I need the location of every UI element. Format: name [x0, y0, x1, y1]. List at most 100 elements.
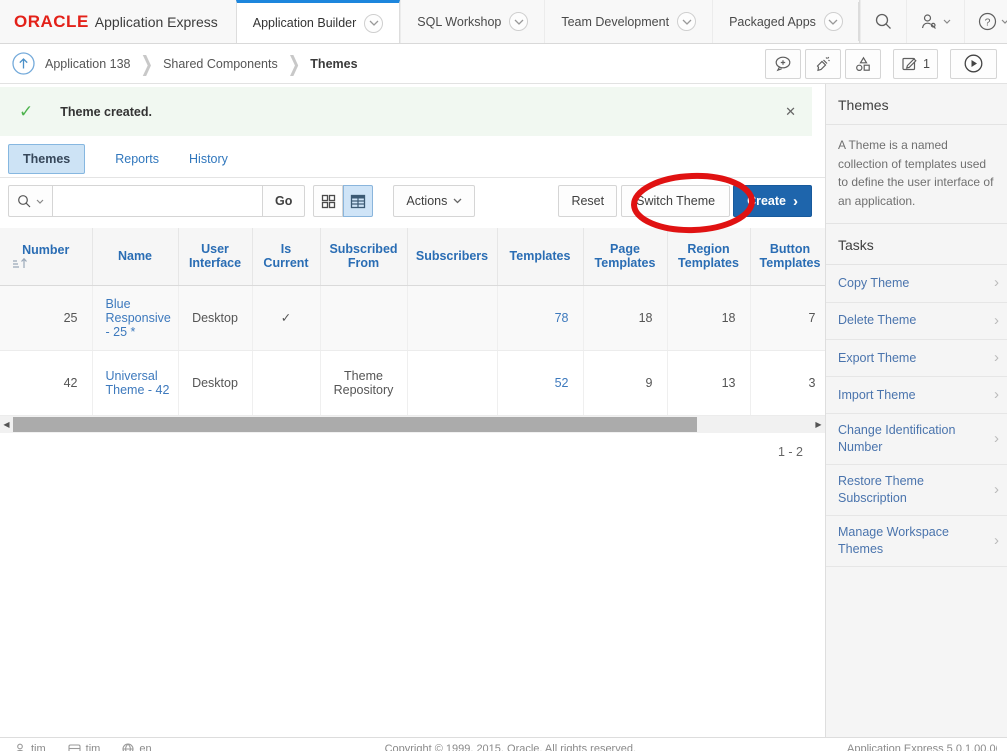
chevron-right-icon: ›: [994, 348, 999, 368]
close-icon[interactable]: ✕: [785, 104, 796, 120]
nav-tab-application-builder[interactable]: Application Builder: [236, 0, 401, 43]
cell-page-templates: 9: [583, 350, 667, 415]
tab-reports[interactable]: Reports: [115, 152, 159, 166]
go-button[interactable]: Go: [263, 185, 305, 217]
templates-count-link[interactable]: 52: [555, 376, 569, 390]
task-restore-theme-subscription[interactable]: Restore Theme Subscription ›: [826, 465, 1007, 516]
feedback-button[interactable]: [765, 49, 801, 79]
templates-count-link[interactable]: 78: [555, 311, 569, 325]
footer-workspace: tim: [68, 743, 101, 751]
task-change-identification-number[interactable]: Change Identification Number ›: [826, 414, 1007, 465]
user-icon: [14, 743, 26, 751]
pagination-range: 1 - 2: [0, 433, 825, 459]
create-button[interactable]: Create ›: [733, 185, 812, 217]
column-label: Button Templates: [760, 242, 821, 270]
help-icon[interactable]: ?: [964, 0, 1007, 43]
report-view-button[interactable]: [343, 185, 373, 217]
run-play-icon: [964, 54, 983, 73]
scroll-right-arrow[interactable]: ▶: [812, 416, 825, 433]
nav-tab-label: Team Development: [561, 15, 669, 29]
table-row: 25 Blue Responsive - 25 * Desktop ✓ 78 1…: [0, 285, 825, 350]
page-tabs: Themes Reports History: [0, 136, 825, 178]
footer-version: Application Express 5.0.1.00.06: [847, 743, 997, 751]
page-body: ✓ Theme created. ✕ Themes Reports Histor…: [0, 84, 1007, 737]
theme-name-link[interactable]: Universal Theme - 42: [106, 369, 170, 397]
actions-menu-button[interactable]: Actions: [393, 185, 475, 217]
table-header-row: Number Name User Interface Is Current Su…: [0, 228, 825, 285]
sidebar-description: A Theme is a named collection of templat…: [826, 125, 1007, 224]
main-nav-tabs: Application Builder SQL Workshop Team De…: [236, 0, 859, 43]
column-header-number[interactable]: Number: [0, 228, 92, 285]
column-header-subscribers[interactable]: Subscribers: [407, 228, 497, 285]
administration-icon[interactable]: [906, 0, 964, 43]
column-header-subscribed-from[interactable]: Subscribed From: [320, 228, 407, 285]
shared-components-button[interactable]: [845, 49, 881, 79]
page-action-buttons: 1: [765, 49, 997, 79]
success-message: ✓ Theme created. ✕: [0, 87, 812, 136]
search-icon: [17, 194, 32, 209]
chevron-right-icon: ›: [994, 480, 999, 500]
column-header-templates[interactable]: Templates: [497, 228, 583, 285]
chevron-down-icon: [453, 198, 462, 204]
task-manage-workspace-themes[interactable]: Manage Workspace Themes ›: [826, 516, 1007, 567]
task-import-theme[interactable]: Import Theme ›: [826, 377, 1007, 414]
breadcrumb-shared-components[interactable]: Shared Components: [163, 57, 278, 71]
page-footer: tim tim en Copyright © 1999, 2015, Oracl…: [0, 737, 1007, 751]
right-sidebar: Themes A Theme is a named collection of …: [825, 84, 1007, 737]
column-header-region-templates[interactable]: Region Templates: [667, 228, 750, 285]
reset-button[interactable]: Reset: [558, 185, 617, 217]
chevron-down-icon[interactable]: [677, 12, 696, 31]
cell-button-templates: 7: [750, 285, 825, 350]
up-level-icon[interactable]: [12, 52, 35, 75]
chevron-down-icon[interactable]: [509, 12, 528, 31]
success-check-icon: ✓: [19, 102, 33, 122]
column-header-name[interactable]: Name: [92, 228, 178, 285]
scroll-left-arrow[interactable]: ◀: [0, 416, 13, 433]
chevron-down-icon[interactable]: [824, 12, 843, 31]
scrollbar-thumb[interactable]: [13, 417, 697, 432]
column-header-user-interface[interactable]: User Interface: [178, 228, 252, 285]
run-page-button[interactable]: [950, 49, 997, 79]
task-label: Copy Theme: [838, 275, 909, 292]
breadcrumb-current-page: Themes: [310, 57, 357, 71]
cell-subscribers: [407, 350, 497, 415]
chevron-right-icon: ›: [994, 311, 999, 331]
edit-page-button[interactable]: 1: [893, 49, 938, 79]
task-label: Restore Theme Subscription: [838, 473, 968, 507]
column-label: Name: [118, 249, 152, 263]
task-export-theme[interactable]: Export Theme ›: [826, 340, 1007, 377]
nav-tab-team-development[interactable]: Team Development: [544, 0, 712, 43]
task-delete-theme[interactable]: Delete Theme ›: [826, 303, 1007, 340]
nav-tab-packaged-apps[interactable]: Packaged Apps: [712, 0, 859, 43]
theme-name-link[interactable]: Blue Responsive - 25 *: [106, 297, 171, 339]
icon-view-button[interactable]: [313, 185, 343, 217]
search-icon[interactable]: [860, 0, 906, 43]
column-header-is-current[interactable]: Is Current: [252, 228, 320, 285]
column-header-page-templates[interactable]: Page Templates: [583, 228, 667, 285]
tab-themes[interactable]: Themes: [8, 144, 85, 174]
chevron-down-icon[interactable]: [364, 14, 383, 33]
edit-page-number: 1: [923, 57, 930, 71]
nav-tab-label: Packaged Apps: [729, 15, 816, 29]
breadcrumb-application[interactable]: Application 138: [45, 57, 130, 71]
switch-theme-button[interactable]: Switch Theme: [621, 185, 730, 217]
task-copy-theme[interactable]: Copy Theme ›: [826, 265, 1007, 302]
column-label: Is Current: [263, 242, 308, 270]
spotlight-button[interactable]: [805, 49, 841, 79]
sidebar-title: Themes: [826, 84, 1007, 125]
column-header-button-templates[interactable]: Button Templates: [750, 228, 825, 285]
feedback-bubble-icon: [774, 55, 792, 73]
cell-user-interface: Desktop: [178, 285, 252, 350]
nav-tab-sql-workshop[interactable]: SQL Workshop: [400, 0, 544, 43]
cell-number: 25: [0, 285, 92, 350]
cell-button-templates: 3: [750, 350, 825, 415]
edit-page-icon: [901, 55, 918, 72]
chevron-right-icon: ›: [994, 385, 999, 405]
column-label: Subscribers: [416, 249, 488, 263]
search-options-button[interactable]: [8, 185, 53, 217]
search-input[interactable]: [53, 185, 263, 217]
cell-subscribed-from: [320, 285, 407, 350]
cell-subscribed-from: Theme Repository: [320, 350, 407, 415]
tab-history[interactable]: History: [189, 152, 228, 166]
chevron-right-icon: ›: [994, 429, 999, 449]
